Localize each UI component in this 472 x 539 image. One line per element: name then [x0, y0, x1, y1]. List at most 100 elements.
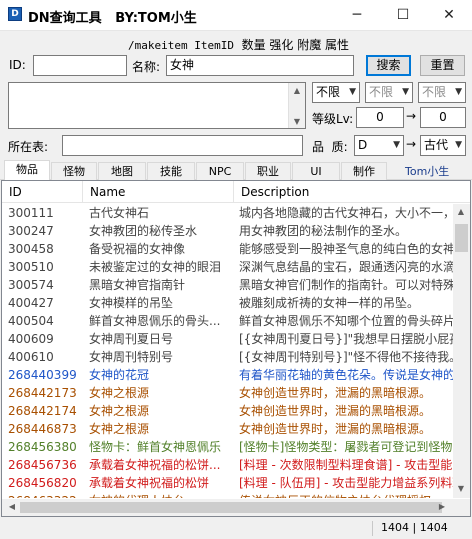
table-row[interactable]: 300458 备受祝福的女神像 能够感受到一股神圣气息的纯白色的女神: [2, 240, 455, 258]
search-button[interactable]: 搜索: [366, 55, 411, 76]
table-row[interactable]: 300574 黑暗女神官指南针 黑暗女神官们制作的指南针。可以对特殊: [2, 276, 455, 294]
chevron-down-icon: ▼: [393, 140, 400, 150]
tab-skills[interactable]: 技能: [147, 162, 195, 180]
results-table[interactable]: ID Name Description 300111 古代女神石 城内各地隐藏的古代…: [1, 180, 471, 517]
tab-items[interactable]: 物品: [4, 160, 50, 181]
close-icon: ✕: [443, 7, 455, 23]
tab-monsters[interactable]: 怪物: [51, 162, 97, 180]
table-input[interactable]: [62, 135, 303, 156]
column-header-name[interactable]: Name: [83, 181, 234, 203]
minimize-button[interactable]: ─: [334, 0, 380, 31]
quality-arrow: →: [406, 137, 417, 151]
table-row[interactable]: 268456820 承载着女神祝福的松饼 [料理 - 队伍用] - 攻击型能力增益系…: [2, 474, 455, 492]
command-code: /makeitem ItemID: [128, 39, 234, 52]
table-row[interactable]: 400504 鲜首女神恩佩乐的骨头... 鲜首女神恩佩乐不知哪个位置的骨头碎片: [2, 312, 455, 330]
table-row[interactable]: 268456380 怪物卡：鲜首女神恩佩乐 [怪物卡]怪物类型：屠戮者可登记到怪物图: [2, 438, 455, 456]
horizontal-scroll-thumb[interactable]: [20, 502, 442, 513]
cell-id: 400610: [8, 350, 54, 364]
scroll-down-icon[interactable]: ▼: [289, 117, 305, 126]
quality-label: 品 质:: [312, 140, 348, 154]
level-arrow: →: [406, 109, 417, 123]
id-label: ID:: [9, 58, 26, 72]
vertical-scrollbar[interactable]: ▲ ▼: [453, 204, 470, 498]
cell-description: 有着华丽花轴的黄色花朵。传说是女神的: [239, 368, 455, 382]
level-min-input[interactable]: 0: [356, 107, 404, 128]
cell-description: [怪物卡]怪物类型：屠戮者可登记到怪物图: [239, 440, 455, 454]
cell-id: 400609: [8, 332, 54, 346]
column-header-id[interactable]: ID: [2, 181, 83, 203]
cell-name: 女神周刊特别号: [89, 350, 174, 364]
result-count: 1404 | 1404: [381, 521, 448, 534]
id-input[interactable]: [33, 55, 127, 76]
table-row[interactable]: 268446873 女神之根源 女神创造世界时，泄漏的黑暗根源。: [2, 420, 455, 438]
cell-description: 女神创造世界时，泄漏的黑暗根源。: [239, 404, 432, 418]
horizontal-scrollbar[interactable]: ◀ ▶: [2, 499, 470, 516]
quality-max-select[interactable]: 古代 ▼: [420, 135, 466, 156]
window-title: DN查询工具 BY:TOM小生: [28, 11, 197, 26]
scroll-right-icon[interactable]: ▶: [434, 502, 450, 511]
table-row[interactable]: 300111 古代女神石 城内各地隐藏的古代女神石，大小不一，各: [2, 204, 455, 222]
table-row[interactable]: 400609 女神周刊夏日号 [{女神周刊夏日号}]"我想早日摆脱小屁孩的: [2, 330, 455, 348]
cell-id: 268442173: [8, 386, 77, 400]
status-divider: [372, 521, 373, 536]
maximize-button[interactable]: ☐: [380, 0, 426, 31]
cell-description: 鲜首女神恩佩乐不知哪个位置的骨头碎片: [239, 314, 455, 328]
filter-select-1[interactable]: 不限 ▼: [312, 82, 360, 103]
cell-description: 城内各地隐藏的古代女神石，大小不一，各: [239, 206, 455, 220]
tab-strip: 物品 怪物 地图 技能 NPC 职业 UI 制作: [0, 160, 472, 181]
cell-name: 未被鉴定过的女神的眼泪: [89, 260, 222, 274]
table-row[interactable]: 268442173 女神之根源 女神创造世界时，泄漏的黑暗根源。: [2, 384, 455, 402]
scroll-down-icon[interactable]: ▼: [453, 484, 469, 493]
table-row[interactable]: 268456736 承载着女神祝福的松饼... [料理 - 次数限制型料理食谱] -…: [2, 456, 455, 474]
cell-name: 女神教团的秘传圣水: [89, 224, 198, 238]
table-row[interactable]: 400427 女神模样的吊坠 被雕刻成祈祷的女神一样的吊坠。: [2, 294, 455, 312]
cell-id: 268456820: [8, 476, 77, 490]
cell-id: 268442174: [8, 404, 77, 418]
close-button[interactable]: ✕: [426, 0, 472, 31]
filter-select-3[interactable]: 不限 ▼: [418, 82, 466, 103]
scroll-up-icon[interactable]: ▲: [289, 86, 305, 95]
cell-id: 268456736: [8, 458, 77, 472]
cell-id: 268440399: [8, 368, 77, 382]
filter-select-2[interactable]: 不限 ▼: [365, 82, 413, 103]
cell-name: 女神的花冠: [89, 368, 150, 382]
table-row[interactable]: 300510 未被鉴定过的女神的眼泪 深渊气息结晶的宝石，跟通透闪亮的水滴: [2, 258, 455, 276]
scroll-up-icon[interactable]: ▲: [453, 207, 469, 216]
tab-jobs[interactable]: 职业: [245, 162, 291, 180]
cell-description: 能够感受到一股神圣气息的纯白色的女神: [239, 242, 455, 256]
level-max-input[interactable]: 0: [420, 107, 466, 128]
quality-min-select[interactable]: D ▼: [354, 135, 404, 156]
cell-description: [{女神周刊特别号}]"怪不得他不接待我。": [239, 350, 455, 364]
name-input[interactable]: 女神: [166, 55, 354, 76]
table-row[interactable]: 300247 女神教团的秘传圣水 用女神教团的秘法制作的圣水。: [2, 222, 455, 240]
cell-description: [料理 - 次数限制型料理食谱] - 攻击型能: [239, 458, 453, 472]
tab-crafting[interactable]: 制作: [341, 162, 387, 180]
table-body: 300111 古代女神石 城内各地隐藏的古代女神石，大小不一，各 300247 女神教团…: [2, 204, 455, 498]
chevron-down-icon: ▼: [349, 87, 356, 97]
reset-button[interactable]: 重置: [420, 55, 465, 76]
cell-id: 268463322: [8, 492, 84, 498]
cell-id: 300574: [8, 278, 54, 292]
table-row[interactable]: 268440399 女神的花冠 有着华丽花轴的黄色花朵。传说是女神的: [2, 366, 455, 384]
scroll-left-icon[interactable]: ◀: [4, 502, 20, 511]
table-label: 所在表:: [8, 140, 49, 154]
author-label[interactable]: Tom小生: [405, 163, 449, 179]
table-row[interactable]: 400610 女神周刊特别号 [{女神周刊特别号}]"怪不得他不接待我。": [2, 348, 455, 366]
vertical-scroll-thumb[interactable]: [455, 224, 468, 252]
column-header-description[interactable]: Description: [234, 181, 470, 203]
tab-ui[interactable]: UI: [292, 162, 340, 180]
cell-name: 鲜首女神恩佩乐的骨头...: [89, 314, 221, 328]
tab-maps[interactable]: 地图: [98, 162, 146, 180]
cell-name: 女神的代理人烛台: [89, 492, 235, 498]
table-row[interactable]: 268442174 女神之根源 女神创造世界时，泄漏的黑暗根源。: [2, 402, 455, 420]
table-header: ID Name Description: [2, 181, 470, 203]
table-row[interactable]: 268463322 女神的代理人烛台传说女神巨正的信物之烛台代理授权: [2, 492, 455, 498]
cell-name: 女神之根源: [89, 422, 150, 436]
chevron-down-icon: ▼: [402, 87, 409, 97]
tab-npc[interactable]: NPC: [196, 162, 244, 180]
cell-id: 268446873: [8, 422, 77, 436]
chevron-down-icon: ▼: [455, 140, 462, 150]
description-textarea[interactable]: ▲ ▼: [8, 82, 306, 129]
cell-name: 古代女神石: [89, 206, 150, 220]
textarea-scrollbar[interactable]: ▲ ▼: [288, 83, 305, 128]
